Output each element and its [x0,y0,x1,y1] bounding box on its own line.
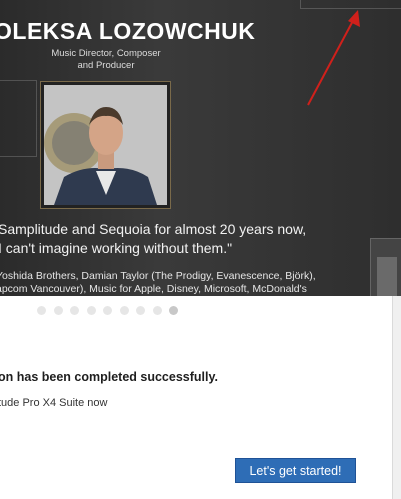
testimonial-quote: Samplitude and Sequoia for almost 20 yea… [0,221,307,237]
carousel-dot[interactable] [86,306,96,315]
window-edge [392,296,401,499]
carousel-dot[interactable] [119,306,129,315]
artist-role-continued: and Producer [77,60,135,71]
product-name-text: tude Pro X4 Suite now [0,397,108,409]
carousel-dot[interactable] [136,306,145,315]
carousel-dot[interactable] [152,306,162,315]
installation-status-message: on has been completed successfully. [0,370,218,384]
lets-get-started-button[interactable]: Let's get started! [235,458,356,483]
red-arrow-annotation [307,10,360,106]
carousel-dot[interactable] [169,306,178,315]
artist-name: OLEKSA LOZOWCHUK [0,18,256,44]
carousel-dot[interactable] [103,306,112,315]
carousel-dot[interactable] [37,306,46,315]
decorative-frame [370,238,401,296]
decorative-frame [0,80,37,157]
artist-photo-frame [40,81,171,209]
carousel-dot[interactable] [70,306,79,315]
artist-role: Music Director, Composer [51,48,161,59]
testimonial-quote-continued: I can't imagine working without them." [0,240,233,256]
artist-credits-continued: apcom Vancouver), Music for Apple, Disne… [0,283,307,295]
artist-credits: Yoshida Brothers, Damian Taylor (The Pro… [0,270,316,282]
carousel-dot[interactable] [53,306,63,315]
artist-photo [44,85,167,205]
